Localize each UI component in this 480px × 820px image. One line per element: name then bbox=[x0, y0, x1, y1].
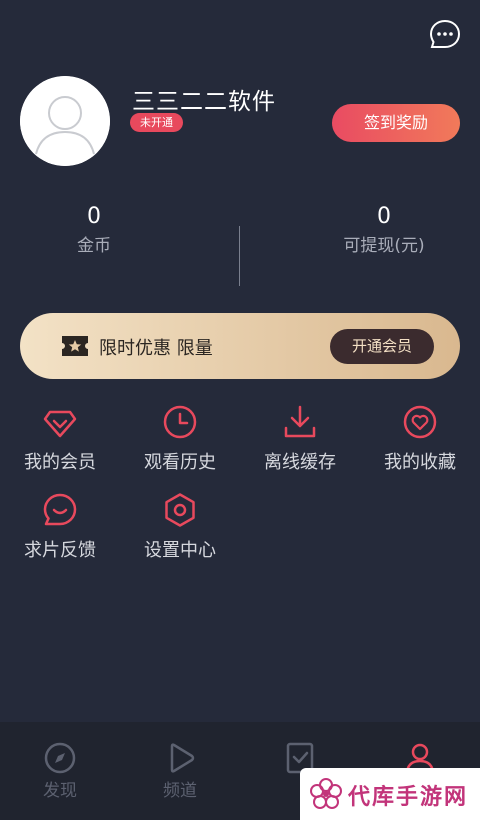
grid-label: 离线缓存 bbox=[264, 452, 336, 473]
coins-value: 0 bbox=[87, 204, 101, 229]
tab-label: 发现 bbox=[43, 781, 77, 801]
play-icon bbox=[170, 743, 195, 773]
grid-item-watch-history[interactable]: 观看历史 bbox=[120, 404, 240, 484]
username: 三三二二软件 bbox=[132, 89, 276, 115]
coins-label: 金币 bbox=[77, 236, 111, 256]
tab-channel[interactable]: 频道 bbox=[120, 722, 240, 820]
settings-hexagon-icon bbox=[165, 493, 195, 527]
withdrawable-stat[interactable]: 0 可提现(元) bbox=[309, 202, 459, 260]
open-vip-button[interactable]: 开通会员 bbox=[330, 329, 434, 364]
flower-logo-icon bbox=[310, 778, 342, 809]
ticket-star-icon bbox=[62, 336, 88, 356]
sign-in-reward-button[interactable]: 签到奖励 bbox=[332, 104, 460, 142]
grid-label: 观看历史 bbox=[144, 452, 216, 473]
diamond-icon bbox=[43, 410, 77, 438]
watermark-text: 代库手游网 bbox=[348, 785, 469, 810]
grid-label: 求片反馈 bbox=[24, 540, 96, 561]
heart-icon bbox=[403, 405, 437, 439]
grid-item-offline-cache[interactable]: 离线缓存 bbox=[240, 404, 360, 484]
tab-discover[interactable]: 发现 bbox=[0, 722, 120, 820]
grid-item-favorites[interactable]: 我的收藏 bbox=[360, 404, 480, 484]
promo-text: 限时优惠 限量 bbox=[99, 338, 213, 359]
chat-more-icon bbox=[429, 19, 461, 48]
coins-stat[interactable]: 0 金币 bbox=[19, 202, 169, 260]
withdrawable-value: 0 bbox=[377, 204, 391, 229]
grid-label: 我的收藏 bbox=[384, 452, 456, 473]
clock-icon bbox=[163, 405, 197, 439]
more-message-button[interactable] bbox=[428, 18, 462, 52]
chat-bubble-icon bbox=[43, 493, 77, 526]
grid-item-feedback[interactable]: 求片反馈 bbox=[0, 492, 120, 572]
default-user-icon bbox=[20, 76, 110, 166]
vip-promo-banner[interactable]: 限时优惠 限量 开通会员 bbox=[20, 313, 460, 379]
grid-label: 我的会员 bbox=[24, 452, 96, 473]
grid-item-my-vip[interactable]: 我的会员 bbox=[0, 404, 120, 484]
compass-icon bbox=[44, 742, 76, 774]
avatar[interactable] bbox=[20, 76, 110, 166]
withdrawable-label: 可提现(元) bbox=[343, 236, 425, 256]
vip-status-badge: 未开通 bbox=[130, 113, 183, 132]
grid-item-settings[interactable]: 设置中心 bbox=[120, 492, 240, 572]
tab-label: 频道 bbox=[163, 781, 197, 801]
grid-label: 设置中心 bbox=[144, 540, 216, 561]
download-icon bbox=[284, 405, 316, 438]
stats-divider bbox=[239, 226, 240, 286]
site-watermark: 代库手游网 bbox=[300, 768, 480, 820]
